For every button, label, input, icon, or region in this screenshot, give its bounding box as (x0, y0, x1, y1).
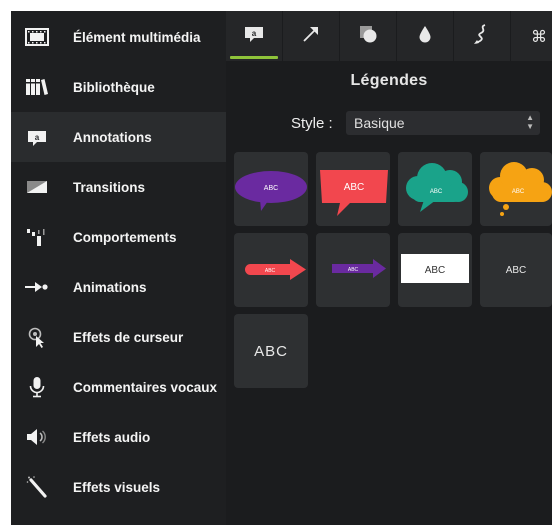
tab-sketch-motion[interactable] (454, 11, 511, 61)
sidebar-item-label: Comportements (73, 229, 177, 245)
svg-text:a: a (35, 133, 40, 142)
speaker-icon (24, 424, 50, 450)
callout-tile-boxed-text[interactable]: ABC (398, 233, 472, 307)
svg-text:ABC: ABC (512, 189, 525, 195)
callout-tile-square[interactable]: ABC (316, 152, 390, 226)
sidebar-item-label: Annotations (73, 129, 152, 145)
callout-tile-cloud[interactable]: ABC (398, 152, 472, 226)
callout-tile-arrow-red[interactable]: ABC (234, 233, 308, 307)
keystroke-tab-icon: ⌘ (531, 26, 547, 46)
behaviors-icon (24, 224, 50, 250)
shape-tab-icon (358, 24, 378, 49)
tab-shapes[interactable] (340, 11, 397, 61)
sidebar-item-transitions[interactable]: Transitions (11, 162, 226, 212)
tab-arrows[interactable] (283, 11, 340, 61)
callout-tile-speech-bubble[interactable]: ABC (234, 152, 308, 226)
app-frame: Élément multimédia Bibliothèque a Annota… (11, 11, 552, 525)
sidebar-item-voice-narration[interactable]: Commentaires vocaux (11, 362, 226, 412)
sidebar-item-visual-effects[interactable]: Effets visuels (11, 462, 226, 512)
transition-icon (24, 174, 50, 200)
tab-keystrokes[interactable]: ⌘ (511, 11, 552, 61)
svg-text:ABC: ABC (265, 268, 276, 274)
plain-text-large-sample: ABC (254, 342, 288, 360)
select-arrows-icon: ▲ ▼ (526, 113, 534, 131)
arrow-tab-icon (301, 24, 321, 49)
svg-text:ABC: ABC (348, 267, 359, 273)
svg-text:ABC: ABC (425, 265, 446, 276)
sidebar-item-label: Bibliothèque (73, 79, 155, 95)
tab-callouts[interactable]: a (226, 11, 283, 61)
sidebar-item-label: Élément multimédia (73, 29, 201, 45)
svg-text:ABC: ABC (430, 189, 443, 195)
sidebar-item-label: Effets visuels (73, 479, 161, 495)
library-books-icon (24, 74, 50, 100)
panel-title: Légendes (350, 72, 428, 89)
sidebar-item-media[interactable]: Élément multimédia (11, 12, 226, 62)
style-select-value: Basique (354, 115, 405, 131)
sketch-motion-tab-icon (472, 23, 492, 50)
sidebar-item-annotations[interactable]: a Annotations (11, 112, 226, 162)
sidebar-item-label: Animations (73, 279, 147, 295)
sidebar-item-animations[interactable]: Animations (11, 262, 226, 312)
sidebar-item-audio-effects[interactable]: Effets audio (11, 412, 226, 462)
sidebar-item-label: Transitions (73, 179, 146, 195)
callout-tile-arrow-purple[interactable]: ABC (316, 233, 390, 307)
callout-tab-icon: a (244, 25, 264, 48)
svg-text:ABC: ABC (264, 185, 278, 192)
annotation-callout-icon: a (24, 124, 50, 150)
callout-tile-thought-cloud[interactable]: ABC (480, 152, 552, 226)
microphone-icon (24, 374, 50, 400)
style-select[interactable]: Basique ▲ ▼ (346, 111, 540, 135)
cursor-effect-icon (24, 324, 50, 350)
style-label: Style : (291, 115, 333, 132)
style-row: Style : Basique ▲ ▼ (226, 109, 552, 139)
tab-blur-highlight[interactable] (397, 11, 454, 61)
blur-drop-tab-icon (417, 24, 433, 49)
sidebar-item-label: Effets de curseur (73, 329, 184, 345)
callout-tile-plain-text[interactable]: ABC (480, 233, 552, 307)
sidebar-item-cursor-effects[interactable]: Effets de curseur (11, 312, 226, 362)
sidebar: Élément multimédia Bibliothèque a Annota… (11, 11, 226, 525)
callout-tile-plain-text-large[interactable]: ABC (234, 314, 308, 388)
sidebar-item-library[interactable]: Bibliothèque (11, 62, 226, 112)
svg-text:a: a (252, 29, 257, 38)
annotations-panel: a ⌘ Légendes Style: Basique ▲ ▼ ABC ABC… (226, 11, 552, 525)
annotation-type-tabs: a ⌘ (226, 11, 552, 61)
svg-text:ABC: ABC (344, 182, 365, 193)
plain-text-sample: ABC (505, 264, 527, 276)
animation-arrow-icon (24, 274, 50, 300)
magic-wand-icon (24, 474, 50, 500)
sidebar-item-label: Effets audio (73, 429, 151, 445)
sidebar-item-behaviors[interactable]: Comportements (11, 212, 226, 262)
sidebar-item-label: Commentaires vocaux (73, 379, 218, 395)
film-strip-icon (24, 24, 50, 50)
